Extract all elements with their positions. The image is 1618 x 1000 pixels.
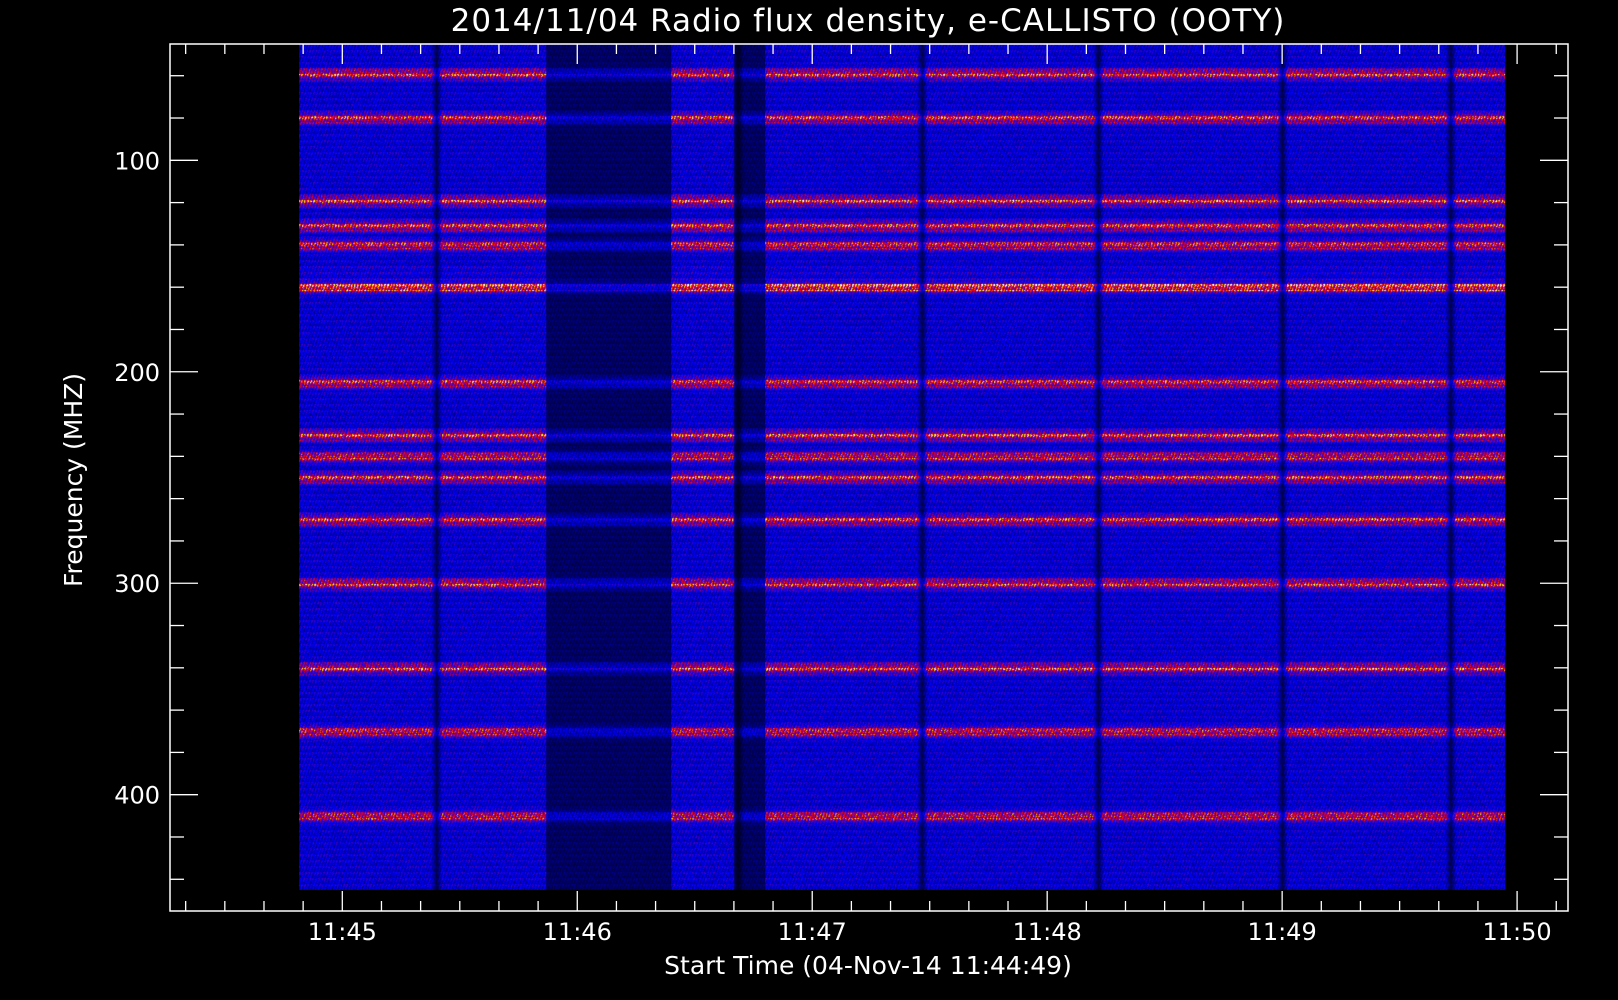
y-tick-label: 200 bbox=[114, 359, 160, 387]
x-axis-tick-labels: 11:45 11:46 11:47 11:48 11:49 11:50 bbox=[308, 918, 1552, 946]
spectrogram-image bbox=[299, 44, 1506, 890]
spectrogram-heatmap bbox=[299, 44, 1506, 890]
x-tick-label: 11:46 bbox=[543, 918, 612, 946]
x-tick-label: 11:50 bbox=[1483, 918, 1552, 946]
y-axis-label: Frequency (MHZ) bbox=[59, 373, 88, 587]
x-tick-label: 11:45 bbox=[308, 918, 377, 946]
y-tick-label: 400 bbox=[114, 782, 160, 810]
chart-title: 2014/11/04 Radio flux density, e-CALLIST… bbox=[451, 3, 1286, 39]
y-axis-tick-labels: 100 200 300 400 bbox=[114, 147, 160, 809]
y-tick-label: 100 bbox=[114, 147, 160, 175]
x-tick-label: 11:47 bbox=[778, 918, 847, 946]
spectrogram-chart: 2014/11/04 Radio flux density, e-CALLIST… bbox=[59, 3, 1569, 980]
x-tick-label: 11:48 bbox=[1013, 918, 1082, 946]
y-tick-label: 300 bbox=[114, 570, 160, 598]
x-tick-label: 11:49 bbox=[1248, 918, 1317, 946]
x-axis-label: Start Time (04-Nov-14 11:44:49) bbox=[664, 951, 1072, 980]
